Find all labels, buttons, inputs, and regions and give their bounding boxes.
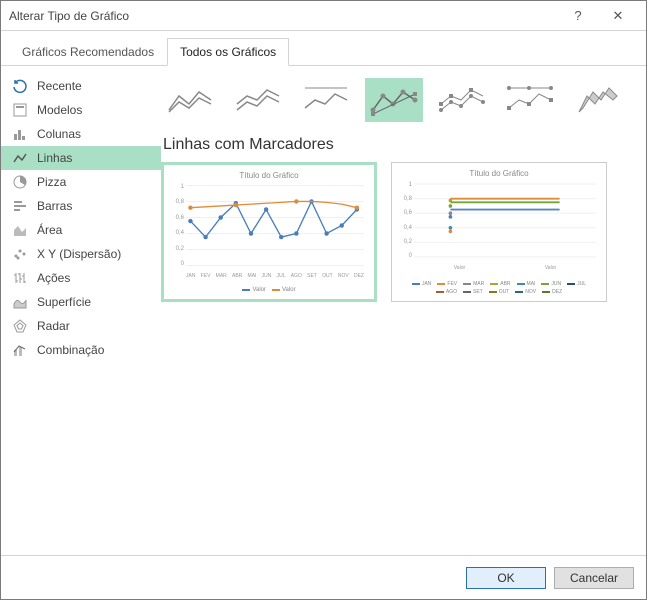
dialog-footer: OK Cancelar <box>1 555 646 599</box>
subtype-3d-line[interactable] <box>569 78 627 122</box>
subtype-line[interactable] <box>161 78 219 122</box>
sidebar-item-label: Colunas <box>37 127 81 141</box>
ok-button[interactable]: OK <box>466 567 546 589</box>
pie-icon <box>11 173 29 191</box>
sidebar-item-label: Área <box>37 223 62 237</box>
templates-icon <box>11 101 29 119</box>
chart-type-sidebar: Recente Modelos Colunas Linhas Pizza Bar… <box>1 66 161 555</box>
bars-icon <box>11 197 29 215</box>
chart-title: Título do Gráfico <box>398 169 600 178</box>
sidebar-item-templates[interactable]: Modelos <box>1 98 161 122</box>
chart-area: 1 0,8 0,6 0,4 0,2 0 <box>170 184 368 285</box>
sidebar-item-pie[interactable]: Pizza <box>1 170 161 194</box>
columns-icon <box>11 125 29 143</box>
sidebar-item-combo[interactable]: Combinação <box>1 338 161 362</box>
sidebar-item-recent[interactable]: Recente <box>1 74 161 98</box>
tab-all[interactable]: Todos os Gráficos <box>167 38 289 66</box>
chart-preview-1[interactable]: Título do Gráfico 1 0,8 0,6 0,4 0,2 0 <box>161 162 377 302</box>
title-bar: Alterar Tipo de Gráfico ? ✕ <box>1 1 646 31</box>
chart-legend: JAN FEV MAR ABR MAI JUN JUL AGO SET OUT … <box>398 281 600 295</box>
window-title: Alterar Tipo de Gráfico <box>9 9 558 23</box>
chart-preview-2[interactable]: Título do Gráfico 1 0,8 0,6 0,4 0,2 0 <box>391 162 607 302</box>
subtype-100-stacked-line-markers[interactable] <box>501 78 559 122</box>
sidebar-item-label: Linhas <box>37 151 72 165</box>
sidebar-item-stock[interactable]: Ações <box>1 266 161 290</box>
sidebar-item-columns[interactable]: Colunas <box>1 122 161 146</box>
area-icon <box>11 221 29 239</box>
main-panel: Linhas com Marcadores Título do Gráfico … <box>161 66 646 555</box>
subtype-line-markers[interactable] <box>365 78 423 122</box>
tab-strip: Gráficos Recomendados Todos os Gráficos <box>1 31 646 66</box>
sidebar-item-label: Modelos <box>37 103 82 117</box>
recent-icon <box>11 77 29 95</box>
y-axis-labels: 1 0,8 0,6 0,4 0,2 0 <box>170 184 184 267</box>
radar-icon <box>11 317 29 335</box>
combo-icon <box>11 341 29 359</box>
cancel-button[interactable]: Cancelar <box>554 567 634 589</box>
sidebar-item-bars[interactable]: Barras <box>1 194 161 218</box>
lines-icon <box>11 149 29 167</box>
x-axis-labels: JANFEVMARABRMAIJUNJULAGOSETOUTNOVDEZ <box>186 273 364 279</box>
subtype-stacked-line-markers[interactable] <box>433 78 491 122</box>
sidebar-item-scatter[interactable]: X Y (Dispersão) <box>1 242 161 266</box>
close-button[interactable]: ✕ <box>598 8 638 24</box>
sidebar-item-label: Combinação <box>37 343 104 357</box>
sidebar-item-label: Ações <box>37 271 70 285</box>
sidebar-item-lines[interactable]: Linhas <box>1 146 161 170</box>
stock-icon <box>11 269 29 287</box>
sidebar-item-label: Recente <box>37 79 82 93</box>
sidebar-item-label: X Y (Dispersão) <box>37 247 121 261</box>
subtype-row <box>161 74 634 136</box>
x-axis-labels: Valor Valor <box>414 265 596 271</box>
section-title: Linhas com Marcadores <box>161 136 634 154</box>
sidebar-item-surface[interactable]: Superfície <box>1 290 161 314</box>
chart-title: Título do Gráfico <box>170 171 368 180</box>
tab-recommended[interactable]: Gráficos Recomendados <box>9 38 167 66</box>
subtype-100-stacked-line[interactable] <box>297 78 355 122</box>
subtype-stacked-line[interactable] <box>229 78 287 122</box>
sidebar-item-label: Radar <box>37 319 70 333</box>
chart-legend: Valor Valor <box>170 287 368 293</box>
sidebar-item-radar[interactable]: Radar <box>1 314 161 338</box>
y-axis-labels: 1 0,8 0,6 0,4 0,2 0 <box>398 182 412 259</box>
content-area: Recente Modelos Colunas Linhas Pizza Bar… <box>1 66 646 555</box>
sidebar-item-area[interactable]: Área <box>1 218 161 242</box>
sidebar-item-label: Barras <box>37 199 72 213</box>
sidebar-item-label: Superfície <box>37 295 91 309</box>
surface-icon <box>11 293 29 311</box>
help-button[interactable]: ? <box>558 8 598 23</box>
scatter-icon <box>11 245 29 263</box>
sidebar-item-label: Pizza <box>37 175 66 189</box>
chart-area: 1 0,8 0,6 0,4 0,2 0 <box>398 182 600 277</box>
preview-row: Título do Gráfico 1 0,8 0,6 0,4 0,2 0 <box>161 162 634 302</box>
